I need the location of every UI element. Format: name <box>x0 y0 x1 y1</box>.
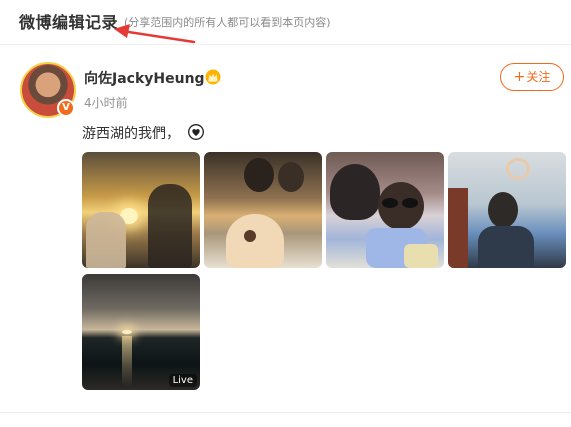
live-badge: Live <box>168 374 197 387</box>
post-photo-1[interactable] <box>82 152 200 268</box>
page-header: 微博编辑记录 (分享范围内的所有人都可以看到本页内容) <box>0 0 571 44</box>
crown-icon <box>205 69 221 85</box>
plus-icon: + <box>513 69 526 85</box>
verified-badge: V <box>57 99 75 117</box>
author-avatar[interactable]: V <box>20 62 76 118</box>
page-title: 微博编辑记录 <box>19 13 119 32</box>
bottom-divider <box>0 412 571 413</box>
post-photo-4[interactable] <box>448 152 566 268</box>
post-text: 游西湖的我們， <box>82 126 180 142</box>
post-photo-3[interactable] <box>326 152 444 268</box>
author-name[interactable]: 向佐JackyHeung <box>84 68 205 88</box>
follow-label: 关注 <box>526 70 551 84</box>
follow-button[interactable]: +关注 <box>500 63 564 91</box>
heart-icon <box>188 124 204 140</box>
post-timestamp[interactable]: 4小时前 <box>84 94 128 111</box>
post-photo-2[interactable] <box>204 152 322 268</box>
header-divider <box>0 44 571 45</box>
post-photo-5[interactable]: Live <box>82 274 200 390</box>
